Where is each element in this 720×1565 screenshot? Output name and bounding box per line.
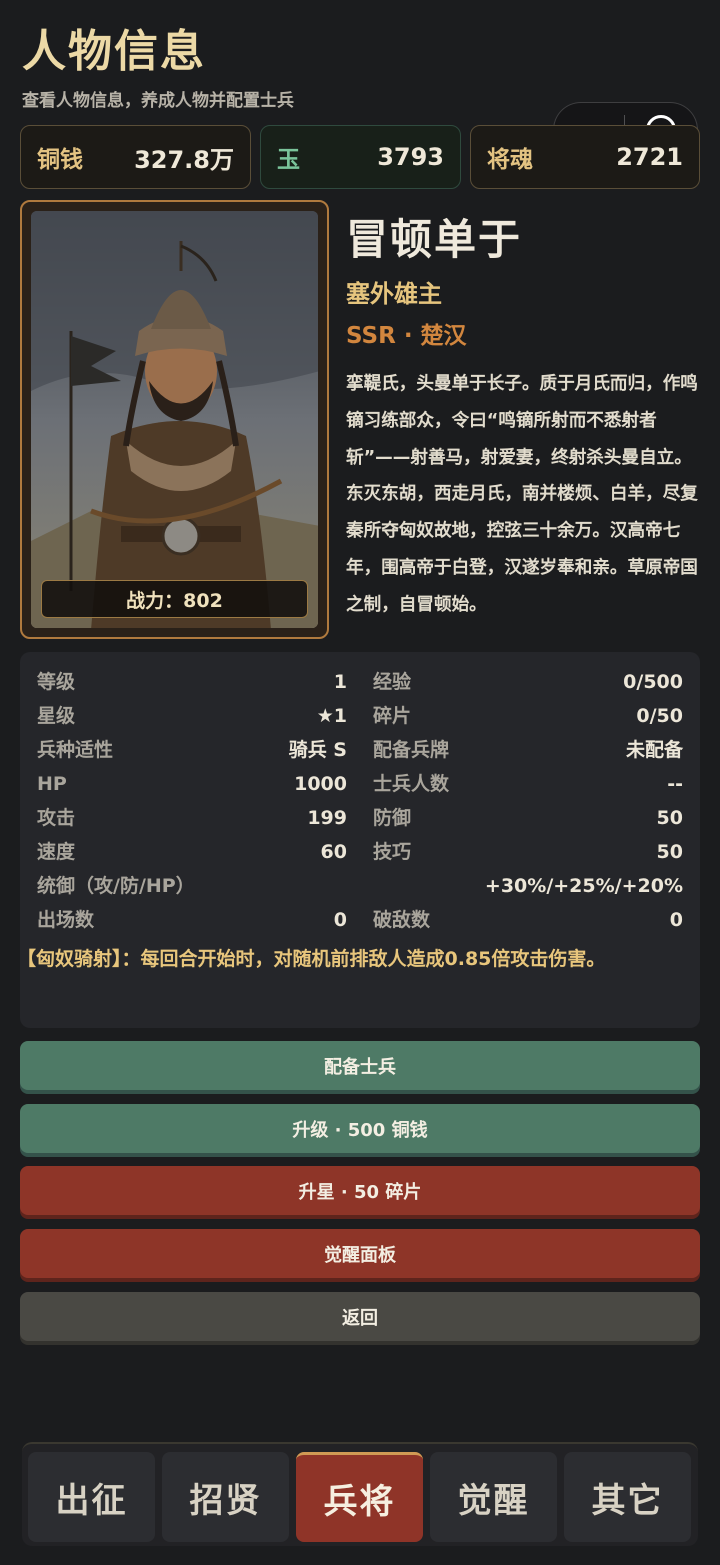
hero-biography: 挛鞮氏，头曼单于长子。质于月氏而归，作鸣镝习练部众，令曰“鸣镝所射而不悉射者斩”… — [346, 374, 698, 615]
stat-value: 1000 — [294, 773, 347, 795]
stat-label: 经验 — [373, 671, 412, 693]
stat-label: 配备兵牌 — [373, 739, 450, 761]
hero-portrait-card: 战力：802 — [20, 200, 329, 639]
assign-soldiers-button[interactable]: 配备士兵 — [20, 1041, 700, 1090]
stat-row: 星级 ★1 碎片 0/50 — [37, 699, 683, 733]
stat-value: 骑兵 S — [288, 739, 347, 761]
level-up-button[interactable]: 升级 · 500 铜钱 — [20, 1104, 700, 1153]
jade-value: 3793 — [377, 143, 444, 171]
tab-expedition[interactable]: 出征 — [28, 1452, 155, 1542]
stat-row: 出场数 0 破敌数 0 — [37, 903, 683, 937]
stat-label: 等级 — [37, 671, 76, 693]
copper-label: 铜钱 — [37, 147, 83, 173]
stat-row: 速度 60 技巧 50 — [37, 835, 683, 869]
stat-value: 199 — [307, 807, 347, 829]
awaken-panel-button[interactable]: 觉醒面板 — [20, 1229, 700, 1278]
hero-power: 战力：802 — [41, 580, 308, 618]
page-title: 人物信息 — [22, 26, 206, 77]
stat-row: 统御（攻/防/HP） +30%/+25%/+20% — [37, 869, 683, 903]
stat-label: 兵种适性 — [37, 739, 114, 761]
stat-row: 等级 1 经验 0/500 — [37, 665, 683, 699]
stat-label: 防御 — [373, 807, 412, 829]
stat-value: +30%/+25%/+20% — [484, 875, 683, 897]
stat-value: 60 — [320, 841, 347, 863]
stat-value: ★1 — [316, 705, 347, 727]
stat-value: 0/500 — [623, 671, 683, 693]
bottom-tab-bar: 出征 招贤 兵将 觉醒 其它 — [22, 1442, 698, 1546]
currency-bar: 铜钱 327.8万 玉 3793 将魂 2721 — [20, 125, 700, 189]
stat-value: 0 — [333, 909, 347, 931]
stat-value: 0/50 — [636, 705, 683, 727]
stat-value: 50 — [656, 807, 683, 829]
page-header: 人物信息 查看人物信息，养成人物并配置士兵 — [22, 24, 294, 111]
soul-currency: 将魂 2721 — [470, 125, 700, 189]
back-button[interactable]: 返回 — [20, 1292, 700, 1341]
jade-currency: 玉 3793 — [260, 125, 461, 189]
jade-label: 玉 — [277, 147, 300, 173]
stat-label: 统御（攻/防/HP） — [37, 875, 195, 897]
stat-value: 50 — [656, 841, 683, 863]
tab-awaken[interactable]: 觉醒 — [430, 1452, 557, 1542]
stat-label: 攻击 — [37, 807, 76, 829]
tab-generals[interactable]: 兵将 — [296, 1452, 423, 1542]
hero-portrait: 战力：802 — [31, 211, 318, 628]
stat-row: HP 1000 士兵人数 -- — [37, 767, 683, 801]
stat-label: 技巧 — [373, 841, 412, 863]
hero-rarity-faction: SSR · 楚汉 — [346, 323, 467, 349]
hero-name: 冒顿单于 — [346, 215, 523, 264]
stat-row: 兵种适性 骑兵 S 配备兵牌 未配备 — [37, 733, 683, 767]
stat-row: 攻击 199 防御 50 — [37, 801, 683, 835]
stat-label: 星级 — [37, 705, 76, 727]
copper-value: 327.8万 — [134, 145, 234, 174]
soul-label: 将魂 — [487, 147, 533, 173]
skill-description: 【匈奴骑射】：每回合开始时，对随机前排敌人造成0.85倍攻击伤害。 — [17, 948, 606, 970]
stat-label: HP — [37, 773, 67, 795]
stat-label: 出场数 — [37, 909, 95, 931]
hero-illustration — [31, 211, 318, 628]
stat-label: 破敌数 — [373, 909, 431, 931]
tab-other[interactable]: 其它 — [564, 1452, 691, 1542]
copper-currency: 铜钱 327.8万 — [20, 125, 251, 189]
stat-label: 碎片 — [373, 705, 412, 727]
stat-value: 未配备 — [625, 739, 683, 761]
page-subtitle: 查看人物信息，养成人物并配置士兵 — [22, 91, 294, 111]
stat-label: 士兵人数 — [373, 773, 450, 795]
stat-value: 0 — [669, 909, 683, 931]
stat-label: 速度 — [37, 841, 76, 863]
soul-value: 2721 — [616, 143, 683, 171]
tab-recruit[interactable]: 招贤 — [162, 1452, 289, 1542]
stat-value: 1 — [333, 671, 347, 693]
hero-title: 塞外雄主 — [346, 280, 442, 308]
stat-value: -- — [667, 773, 683, 795]
star-up-button[interactable]: 升星 · 50 碎片 — [20, 1166, 700, 1215]
